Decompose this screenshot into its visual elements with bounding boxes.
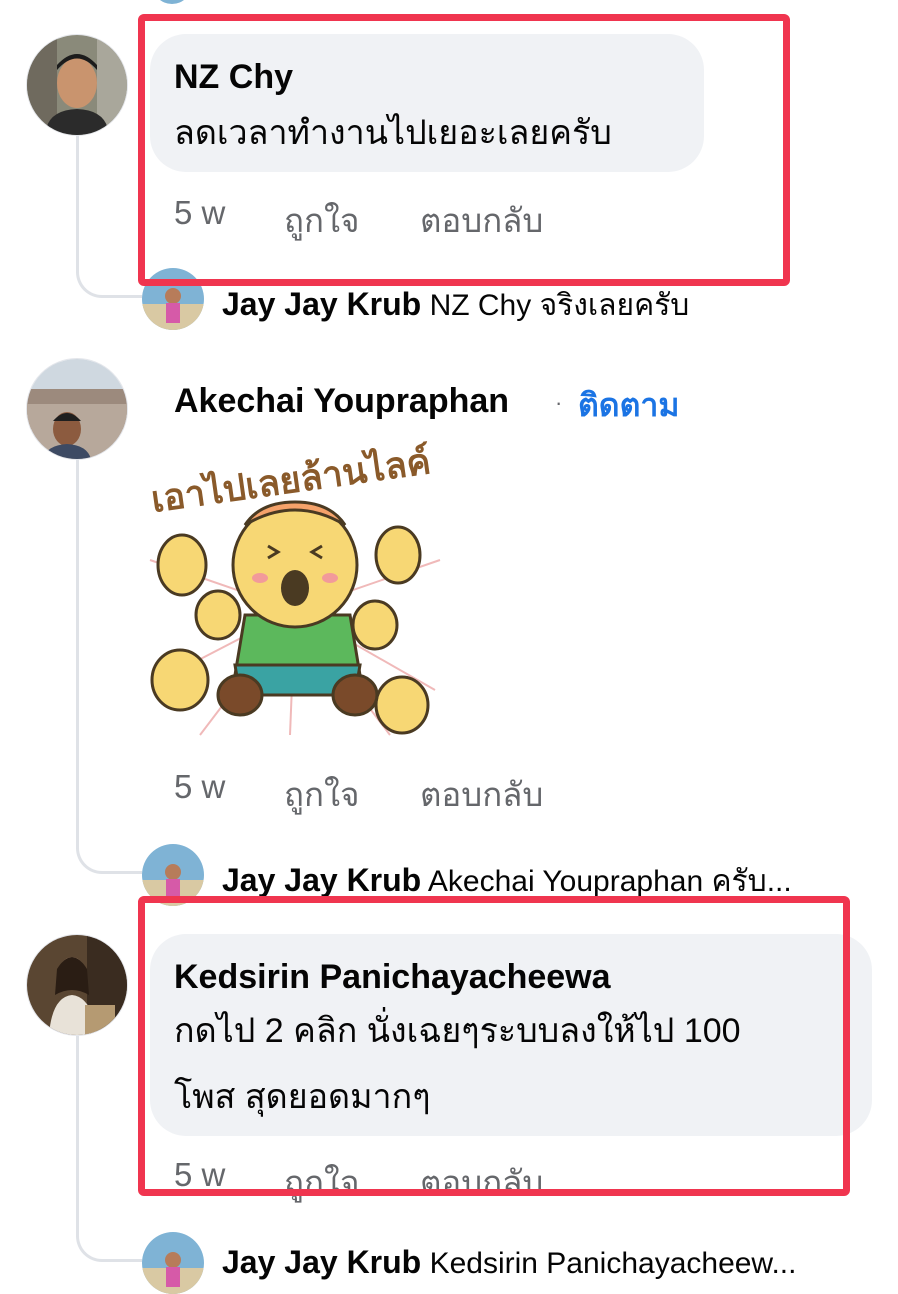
avatar-akechai[interactable] [26, 358, 128, 460]
thread-line [76, 1034, 79, 1228]
reply-avatar[interactable] [142, 844, 204, 906]
like-button[interactable]: ถูกใจ [284, 768, 359, 821]
reply-text: Akechai Youpraphan ครับ... [427, 865, 792, 898]
separator-dot: · [555, 390, 563, 415]
comment-text: ลดเวลาทำงานไปเยอะเลยครับ [174, 114, 612, 152]
comment-time[interactable]: 5 w [174, 194, 225, 232]
thread-line [76, 458, 79, 838]
like-button[interactable]: ถูกใจ [284, 1156, 359, 1209]
thread-line [76, 134, 79, 264]
reply-avatar[interactable] [142, 268, 204, 330]
reply-preview[interactable]: Jay Jay Krub NZ Chy จริงเลยครับ [222, 282, 689, 329]
reply-author[interactable]: Jay Jay Krub [222, 1244, 421, 1280]
comment-text: กดไป 2 คลิก นั่งเฉยๆระบบลงให้ไป 100 [174, 1012, 741, 1050]
comment-time[interactable]: 5 w [174, 1156, 225, 1194]
avatar-photo [142, 844, 204, 906]
reply-avatar[interactable] [142, 1232, 204, 1294]
avatar-kedsirin[interactable] [26, 934, 128, 1036]
sticker-image[interactable]: เอาไปเลยล้านไลค์ [140, 439, 450, 740]
comment-author[interactable]: NZ Chy [174, 58, 293, 97]
avatar-photo [142, 268, 204, 330]
reply-button[interactable]: ตอบกลับ [420, 768, 543, 821]
avatar-photo [142, 1232, 204, 1294]
reply-preview[interactable]: Jay Jay Krub Akechai Youpraphan ครับ... [222, 858, 792, 905]
comment-author[interactable]: Akechai Youpraphan [174, 382, 509, 421]
reply-author[interactable]: Jay Jay Krub [222, 286, 421, 322]
reply-button[interactable]: ตอบกลับ [420, 1156, 543, 1209]
sticker-cartoon: เอาไปเลยล้านไลค์ [148, 439, 441, 736]
follow-button[interactable]: ติดตาม [578, 380, 679, 431]
like-button[interactable]: ถูกใจ [284, 194, 359, 247]
reply-preview[interactable]: Jay Jay Krub Kedsirin Panichayacheew... [222, 1244, 796, 1281]
comment-text: โพส สุดยอดมากๆ [174, 1078, 431, 1116]
reply-text: Kedsirin Panichayacheew... [429, 1247, 797, 1280]
partial-avatar-top [152, 0, 192, 4]
avatar-nz-chy[interactable] [26, 34, 128, 136]
thread-connector [76, 826, 142, 874]
reply-button[interactable]: ตอบกลับ [420, 194, 543, 247]
comment-time[interactable]: 5 w [174, 768, 225, 806]
comment-author[interactable]: Kedsirin Panichayacheewa [174, 958, 611, 997]
reply-author[interactable]: Jay Jay Krub [222, 862, 421, 898]
thread-connector [76, 250, 142, 298]
avatar-photo [27, 935, 127, 1035]
avatar-photo [27, 359, 127, 459]
avatar-photo [27, 35, 127, 135]
thread-connector [76, 1214, 142, 1262]
reply-text: NZ Chy จริงเลยครับ [429, 289, 690, 322]
